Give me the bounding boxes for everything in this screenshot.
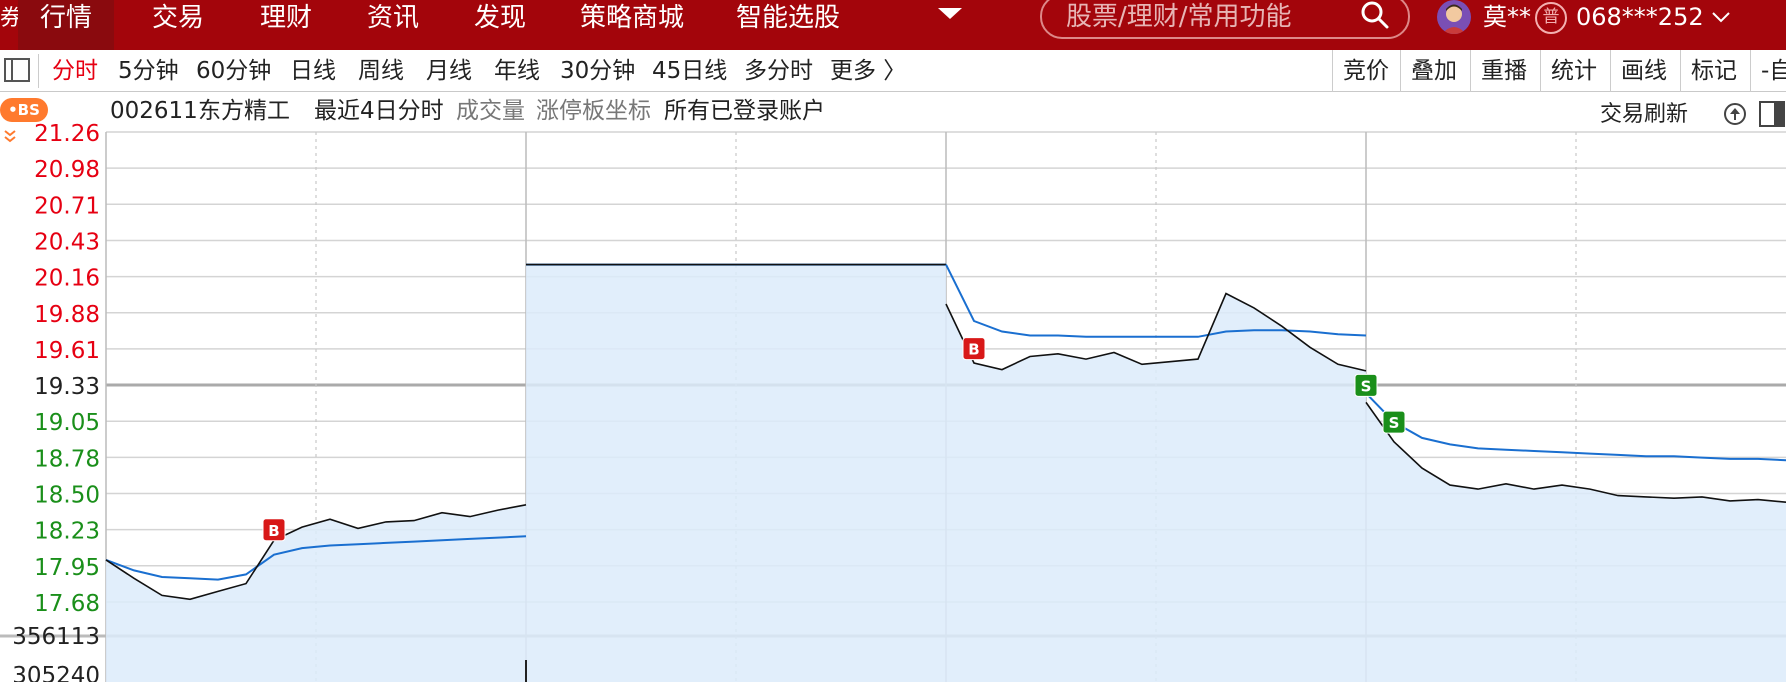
tab-daily[interactable]: 日线	[290, 50, 336, 92]
tool-overlay[interactable]: 叠加	[1400, 50, 1457, 92]
nav-item-trade[interactable]: 交易	[152, 0, 204, 50]
scroll-up-icon[interactable]	[1723, 102, 1747, 126]
tab-intraday[interactable]: 分时	[52, 50, 98, 92]
divider	[38, 54, 39, 88]
user-level-badge-icon: 普	[1535, 2, 1567, 34]
tab-5min[interactable]: 5分钟	[118, 50, 179, 92]
account-number[interactable]: 068***252	[1576, 0, 1704, 34]
price-axis-labels: 21.2620.9820.7120.4320.1619.8819.6119.33…	[12, 121, 100, 682]
tool-draw-line[interactable]: 画线	[1610, 50, 1667, 92]
sell-marker	[1382, 410, 1406, 434]
tab-monthly[interactable]: 月线	[426, 50, 472, 92]
avg-price-line	[1365, 392, 1786, 462]
tab-more[interactable]: 更多 〉	[830, 50, 906, 92]
tool-mark[interactable]: 标记	[1680, 50, 1737, 92]
trade-markers: B B S S	[262, 337, 1406, 542]
bs-toggle-button[interactable]: •BS	[0, 98, 48, 122]
sell-marker-label: S	[1361, 377, 1372, 395]
sell-marker-label: S	[1389, 414, 1400, 432]
panel-layout-icon[interactable]	[1758, 100, 1786, 128]
price-tick-label: 20.71	[34, 193, 100, 219]
buy-marker-label: B	[268, 522, 279, 540]
nav-item-smart-picker[interactable]: 智能选股	[736, 0, 840, 50]
nav-item-market[interactable]: 行情	[18, 0, 115, 50]
volume-toggle[interactable]: 成交量	[456, 96, 525, 126]
tool-statistics[interactable]: 统计	[1540, 50, 1597, 92]
buy-marker-label: B	[968, 341, 979, 359]
price-tick-label: 17.95	[34, 555, 100, 581]
sell-marker	[1354, 373, 1378, 397]
price-tick-label: 18.23	[34, 519, 100, 545]
trade-refresh-button[interactable]: 交易刷新	[1600, 100, 1688, 130]
price-area	[526, 264, 946, 682]
sidebar-toggle-icon[interactable]	[4, 58, 30, 82]
price-tick-label: 20.43	[34, 229, 100, 255]
buy-marker	[962, 337, 986, 361]
tab-multi-day[interactable]: 多分时	[744, 50, 813, 92]
stock-code: 002611	[110, 98, 198, 124]
tab-60min[interactable]: 60分钟	[196, 50, 271, 92]
price-tick-label: 20.98	[34, 157, 100, 183]
price-tick-label: 18.50	[34, 483, 100, 509]
price-tick-label: 19.61	[34, 338, 100, 364]
logo: 券	[0, 6, 18, 31]
volume-tick-label: 356113	[12, 624, 100, 650]
stock-name: 东方精工	[198, 98, 290, 124]
nav-item-strategy-mall[interactable]: 策略商城	[580, 0, 684, 50]
nav-item-wealth[interactable]: 理财	[260, 0, 312, 50]
price-area-fill	[106, 264, 1786, 682]
search-input[interactable]	[1066, 0, 1356, 34]
range-label: 最近4日分时	[314, 98, 444, 124]
price-tick-label: 20.16	[34, 266, 100, 292]
price-tick-label: 19.05	[34, 410, 100, 436]
price-area	[1366, 402, 1786, 682]
tool-custom[interactable]: -自	[1750, 50, 1786, 92]
period-toolbar: 分时 5分钟 60分钟 日线 周线 月线 年线 30分钟 45日线 多分时 更多…	[0, 50, 1786, 92]
avg-price-line	[945, 264, 1367, 338]
price-area	[106, 504, 526, 682]
chart-lines	[105, 263, 1786, 682]
price-tick-label: 17.68	[34, 591, 100, 617]
tab-weekly[interactable]: 周线	[358, 50, 404, 92]
chart-info-row: •BS 002611 东方精工 最近4日分时 成交量 涨停板坐标 所有已登录账户…	[0, 92, 1786, 132]
price-line	[105, 504, 527, 601]
tab-45day[interactable]: 45日线	[652, 50, 727, 92]
avg-price-line	[105, 535, 527, 581]
chart-grid	[0, 131, 1786, 682]
volume-tick-label: 305240	[12, 663, 100, 682]
tool-auction[interactable]: 竞价	[1332, 50, 1389, 92]
tool-replay[interactable]: 重播	[1470, 50, 1527, 92]
top-nav-bar: 券 行情 交易 理财 资讯 发现 策略商城 智能选股 莫** 普 068***2…	[0, 0, 1786, 50]
search-box[interactable]	[1040, 0, 1410, 39]
double-chevron-down-icon[interactable]	[2, 128, 18, 144]
accounts-filter[interactable]: 所有已登录账户	[664, 96, 825, 126]
tab-yearly[interactable]: 年线	[494, 50, 540, 92]
limit-axis-toggle[interactable]: 涨停板坐标	[536, 96, 651, 126]
user-avatar-icon	[1442, 4, 1466, 34]
price-line	[1365, 401, 1786, 503]
nav-item-discover[interactable]: 发现	[474, 0, 526, 50]
chevron-down-icon[interactable]	[1708, 4, 1734, 30]
price-area	[946, 293, 1366, 682]
price-tick-label: 19.88	[34, 302, 100, 328]
price-tick-label: 18.78	[34, 446, 100, 472]
user-name[interactable]: 莫**	[1483, 0, 1531, 34]
avatar[interactable]	[1437, 0, 1471, 34]
tab-30min[interactable]: 30分钟	[560, 50, 635, 92]
price-line	[945, 292, 1367, 372]
nav-item-news[interactable]: 资讯	[367, 0, 419, 50]
price-tick-label: 19.33	[34, 374, 100, 400]
search-icon[interactable]	[1360, 0, 1390, 30]
buy-marker	[262, 518, 286, 542]
more-dropdown-caret-icon[interactable]	[938, 8, 962, 19]
